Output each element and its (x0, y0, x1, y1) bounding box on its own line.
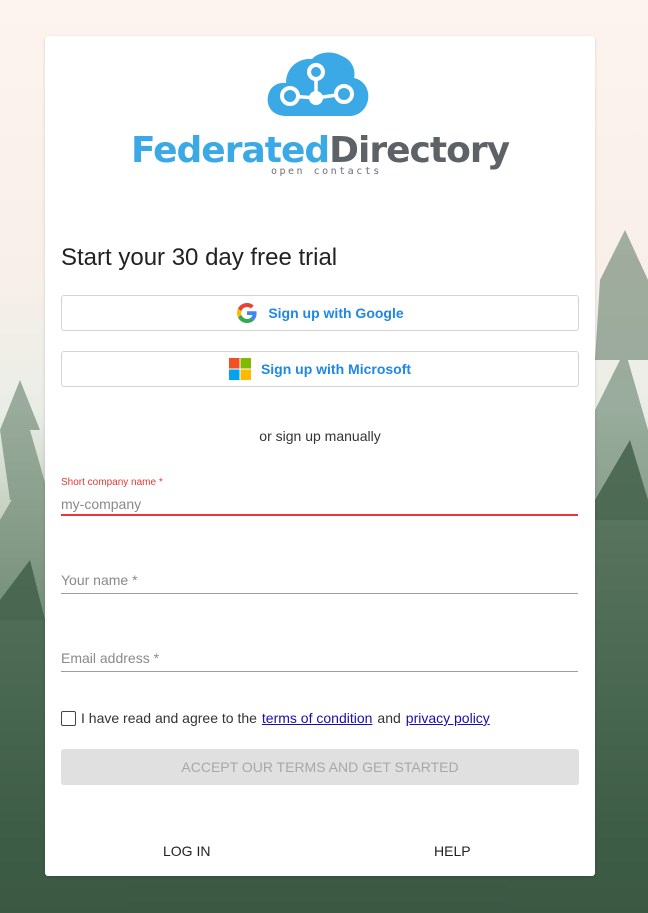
signup-card: FederatedDirectory open contacts Start y… (45, 36, 595, 876)
company-name-underline (61, 514, 578, 516)
terms-agreement: I have read and agree to the terms of co… (61, 710, 490, 726)
brand-wordmark: FederatedDirectory (45, 130, 595, 171)
company-name-label: Short company name * (61, 477, 163, 488)
microsoft-signup-label: Sign up with Microsoft (260, 361, 412, 377)
google-signup-button[interactable]: Sign up with Google (61, 295, 579, 331)
google-icon (237, 303, 257, 323)
brand-tagline: open contacts (271, 166, 382, 177)
page-title: Start your 30 day free trial (61, 244, 338, 271)
terms-middle-text: and (377, 710, 401, 726)
microsoft-signup-button[interactable]: Sign up with Microsoft (61, 351, 579, 387)
manual-signup-divider: or sign up manually (259, 428, 381, 444)
accept-terms-button[interactable]: ACCEPT OUR TERMS AND GET STARTED (61, 749, 579, 785)
google-signup-label: Sign up with Google (268, 305, 404, 321)
help-link[interactable]: HELP (434, 843, 471, 859)
email-input[interactable] (61, 649, 578, 667)
brand-name-part2: Directory (329, 130, 510, 171)
terms-prefix-text: I have read and agree to the (81, 710, 257, 726)
company-name-input[interactable] (61, 494, 578, 514)
privacy-policy-link[interactable]: privacy policy (406, 710, 490, 726)
terms-of-condition-link[interactable]: terms of condition (262, 710, 373, 726)
login-link[interactable]: LOG IN (163, 843, 210, 859)
terms-checkbox[interactable] (61, 710, 76, 726)
company-name-field: Short company name * (61, 477, 578, 516)
brand-name-part1: Federated (130, 130, 330, 171)
microsoft-icon (228, 358, 251, 380)
your-name-input[interactable] (61, 571, 578, 589)
your-name-underline (61, 593, 578, 594)
email-field (61, 649, 578, 672)
cloud-network-logo-icon (267, 52, 369, 116)
email-underline (61, 671, 578, 672)
your-name-field (61, 571, 578, 594)
